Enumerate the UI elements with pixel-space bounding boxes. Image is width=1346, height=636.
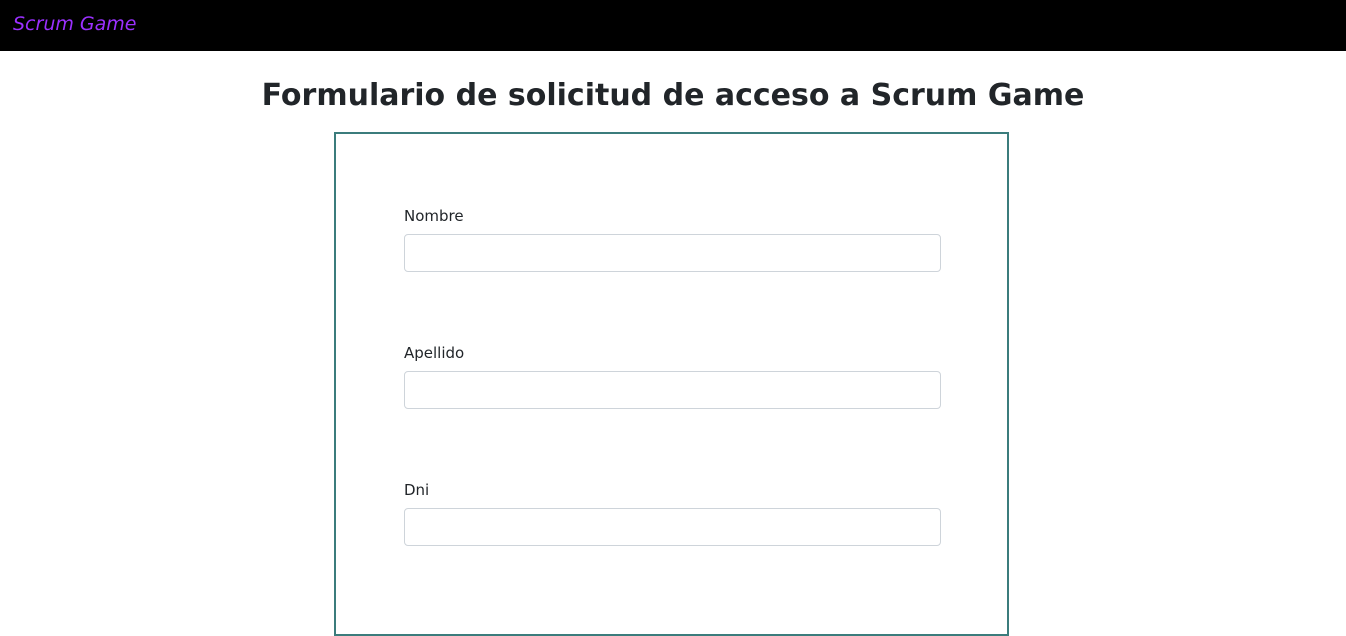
apellido-label: Apellido <box>404 344 465 362</box>
nombre-label: Nombre <box>404 207 464 225</box>
brand-link[interactable]: Scrum Game <box>13 12 136 36</box>
dni-label: Dni <box>404 481 430 499</box>
apellido-input[interactable] <box>404 371 941 409</box>
access-request-form: Nombre Apellido Dni <box>334 132 1009 636</box>
top-navbar: Scrum Game <box>0 0 1346 51</box>
page-title: Formulario de solicitud de acceso a Scru… <box>261 78 1085 113</box>
dni-input[interactable] <box>404 508 941 546</box>
nombre-input[interactable] <box>404 234 941 272</box>
